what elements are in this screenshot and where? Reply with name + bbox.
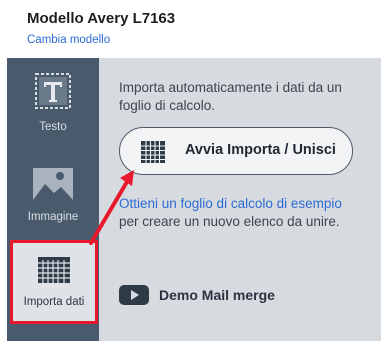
bottom-strip [0, 341, 381, 358]
spreadsheet-icon [38, 257, 70, 283]
sidebar-item-image[interactable]: Immagine [7, 160, 99, 240]
spreadsheet-icon [141, 141, 165, 163]
demo-mail-merge-label: Demo Mail merge [159, 287, 275, 303]
tools-sidebar: Testo Immagine Importa dati [7, 58, 99, 341]
sidebar-item-label: Importa dati [23, 296, 85, 308]
start-import-merge-label: Avvia Importa / Unisci [185, 142, 336, 158]
example-spreadsheet-rest: per creare un nuovo elenco da unire. [119, 214, 340, 229]
sidebar-item-label: Immagine [27, 211, 79, 223]
sidebar-item-import-data[interactable]: Importa dati [10, 240, 98, 324]
template-model-title: Modello Avery L7163 [27, 10, 176, 27]
change-model-link[interactable]: Cambia modello [27, 34, 110, 46]
example-spreadsheet-link[interactable]: Ottieni un foglio di calcolo di esempio [119, 196, 342, 211]
example-spreadsheet-text: Ottieni un foglio di calcolo di esempio … [119, 195, 364, 231]
video-play-icon [119, 285, 149, 305]
text-icon [35, 73, 71, 109]
start-import-merge-button[interactable]: Avvia Importa / Unisci [119, 127, 353, 175]
sidebar-item-text[interactable]: Testo [7, 70, 99, 150]
sidebar-item-label: Testo [39, 121, 67, 133]
import-description: Importa automaticamente i dati da un fog… [119, 80, 342, 113]
header: Modello Avery L7163 Cambia modello [0, 0, 381, 58]
import-data-panel: Importa automaticamente i dati da un fog… [99, 58, 381, 341]
image-icon [33, 168, 73, 200]
